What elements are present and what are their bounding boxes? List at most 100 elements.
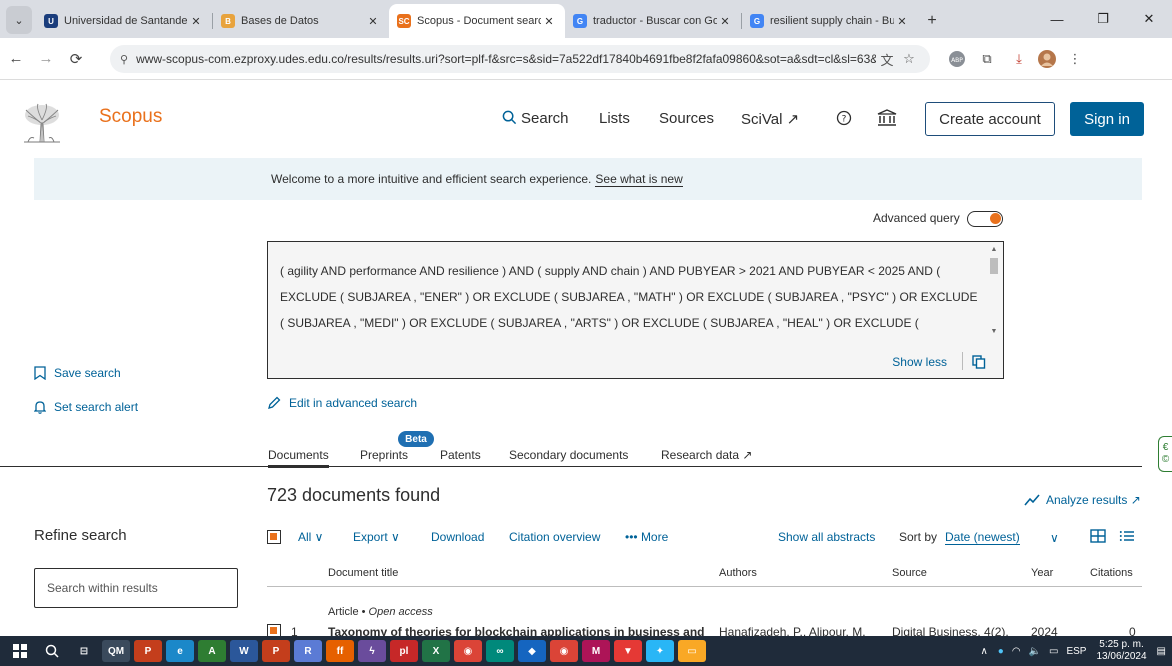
app-purple-icon[interactable]: ϟ (358, 640, 386, 662)
scroll-down-icon[interactable]: ▼ (989, 328, 999, 338)
see-what-is-new-link[interactable]: See what is new (595, 172, 683, 187)
chrome-icon[interactable]: ◉ (454, 640, 482, 662)
battery-icon[interactable]: ▭ (1049, 646, 1058, 657)
tab-close-icon[interactable]: ✕ (894, 15, 910, 28)
advanced-query-toggle[interactable] (967, 211, 1003, 227)
bookmark-star-icon[interactable]: ☆ (898, 51, 920, 67)
bell-icon (34, 401, 46, 414)
search-icon[interactable] (38, 640, 66, 662)
tab-research-data[interactable]: Research data ↗ (661, 448, 752, 462)
search-within-results-input[interactable]: Search within results (34, 568, 238, 608)
browser-menu-icon[interactable]: ⋮ (1064, 48, 1086, 70)
edit-in-advanced-search-link[interactable]: Edit in advanced search (267, 396, 417, 410)
extensions-puzzle-icon[interactable]: ⧉ (976, 48, 998, 70)
tab-close-icon[interactable]: ✕ (365, 15, 381, 28)
tab-preprints[interactable]: Preprints (360, 448, 408, 462)
institution-icon[interactable] (877, 109, 897, 131)
select-all-checkbox[interactable] (267, 530, 281, 544)
app-green-icon[interactable]: A (198, 640, 226, 662)
citation-overview-button[interactable]: Citation overview (509, 530, 600, 544)
browser-tab-bases-de-datos[interactable]: B Bases de Datos ✕ (213, 6, 389, 36)
chrome-2-icon[interactable]: ◉ (550, 640, 578, 662)
translate-icon[interactable]: 文 (876, 50, 898, 69)
help-icon[interactable]: ? (836, 110, 852, 130)
nav-scival[interactable]: SciVal ↗ (741, 110, 799, 128)
scroll-thumb[interactable] (990, 258, 998, 274)
google-favicon-icon: G (750, 14, 764, 28)
new-tab-button[interactable]: + (918, 6, 946, 36)
volume-icon[interactable]: 🔈 (1029, 646, 1041, 657)
sort-by-select[interactable]: Date (newest) (945, 530, 1020, 545)
notifications-icon[interactable]: ▤ (1157, 646, 1166, 657)
app-teal-icon[interactable]: ∞ (486, 640, 514, 662)
r-app-icon[interactable]: R (294, 640, 322, 662)
edge-icon[interactable]: e (166, 640, 194, 662)
tab-documents[interactable]: Documents (268, 448, 329, 468)
minimize-button[interactable]: — (1034, 0, 1080, 38)
show-less-link[interactable]: Show less (892, 355, 947, 369)
table-view-icon[interactable] (1089, 527, 1107, 545)
tray-app-icon[interactable]: ● (998, 646, 1004, 657)
list-view-icon[interactable] (1118, 527, 1136, 545)
query-box[interactable]: ( agility AND performance AND resilience… (267, 241, 1004, 379)
query-scrollbar[interactable]: ▲ ▼ (989, 246, 999, 338)
nav-sources[interactable]: Sources (659, 110, 714, 127)
app-pink-icon[interactable]: M (582, 640, 610, 662)
site-settings-icon[interactable]: ⚲ (120, 53, 128, 66)
back-arrow-icon[interactable]: ← (2, 45, 30, 73)
pom-qm-icon[interactable]: QM (102, 640, 130, 662)
tab-search-menu-button[interactable]: ⌄ (6, 6, 32, 34)
analyze-results-link[interactable]: Analyze results ↗ (1024, 493, 1141, 507)
brave-icon[interactable]: ▼ (614, 640, 642, 662)
nav-search[interactable]: Search (502, 110, 569, 127)
download-button[interactable]: Download (431, 530, 484, 544)
reload-icon[interactable]: ⟳ (62, 45, 90, 73)
more-button[interactable]: ••• More (625, 530, 668, 544)
app-blue-icon[interactable]: ◆ (518, 640, 546, 662)
language-indicator[interactable]: ESP (1066, 646, 1086, 657)
firefox-icon[interactable]: ff (326, 640, 354, 662)
browser-tab-udes[interactable]: U Universidad de Santander - ✕ (36, 6, 212, 36)
clock[interactable]: 5:25 p. m. 13/06/2024 (1096, 639, 1146, 663)
nav-lists[interactable]: Lists (599, 110, 630, 127)
word-icon[interactable]: W (230, 640, 258, 662)
browser-tab-traductor[interactable]: G traductor - Buscar con Goog ✕ (565, 6, 741, 36)
save-search-link[interactable]: Save search (34, 366, 121, 380)
profile-avatar[interactable] (1036, 48, 1058, 70)
app-sky-icon[interactable]: ✦ (646, 640, 674, 662)
task-view-icon[interactable]: ⊟ (70, 640, 98, 662)
scopus-brand[interactable]: Scopus (99, 106, 162, 128)
windows-start-icon[interactable] (6, 640, 34, 662)
powerpoint-2-icon[interactable]: P (262, 640, 290, 662)
browser-tab-scopus[interactable]: SC Scopus - Document search ✕ (389, 4, 565, 38)
window-close-button[interactable]: ✕ (1126, 0, 1172, 38)
tab-patents[interactable]: Patents (440, 448, 481, 462)
set-search-alert-link[interactable]: Set search alert (34, 400, 138, 414)
tab-close-icon[interactable]: ✕ (717, 15, 733, 28)
side-extension-widget[interactable]: € © (1158, 436, 1172, 472)
scroll-up-icon[interactable]: ▲ (989, 246, 999, 256)
powerpoint-icon[interactable]: P (134, 640, 162, 662)
export-dropdown[interactable]: Export ∨ (353, 530, 400, 544)
sign-in-button[interactable]: Sign in (1070, 102, 1144, 136)
wifi-icon[interactable]: ◠ (1012, 646, 1021, 657)
chevron-down-icon[interactable]: ∨ (1050, 531, 1059, 545)
tab-secondary-documents[interactable]: Secondary documents (509, 448, 628, 462)
show-all-abstracts-button[interactable]: Show all abstracts (778, 530, 875, 544)
elsevier-tree-logo-icon[interactable] (20, 102, 64, 146)
tab-close-icon[interactable]: ✕ (541, 15, 557, 28)
copy-query-icon[interactable] (972, 355, 986, 369)
adblock-extension-icon[interactable]: ABP (946, 48, 968, 70)
create-account-button[interactable]: Create account (925, 102, 1055, 136)
restore-button[interactable]: ❐ (1080, 0, 1126, 38)
excel-icon[interactable]: X (422, 640, 450, 662)
app-red-icon[interactable]: pl (390, 640, 418, 662)
explorer-icon[interactable]: ▭ (678, 640, 706, 662)
download-icon[interactable]: ⤓ (1008, 48, 1030, 70)
browser-tab-resilient[interactable]: G resilient supply chain - Busc ✕ (742, 6, 918, 36)
tray-chevron-icon[interactable]: ∧ (980, 646, 987, 657)
forward-arrow-icon[interactable]: → (32, 45, 60, 73)
all-dropdown[interactable]: All ∨ (298, 530, 323, 544)
tab-close-icon[interactable]: ✕ (188, 15, 204, 28)
address-bar[interactable]: ⚲ www-scopus-com.ezproxy.udes.edu.co/res… (110, 45, 930, 73)
